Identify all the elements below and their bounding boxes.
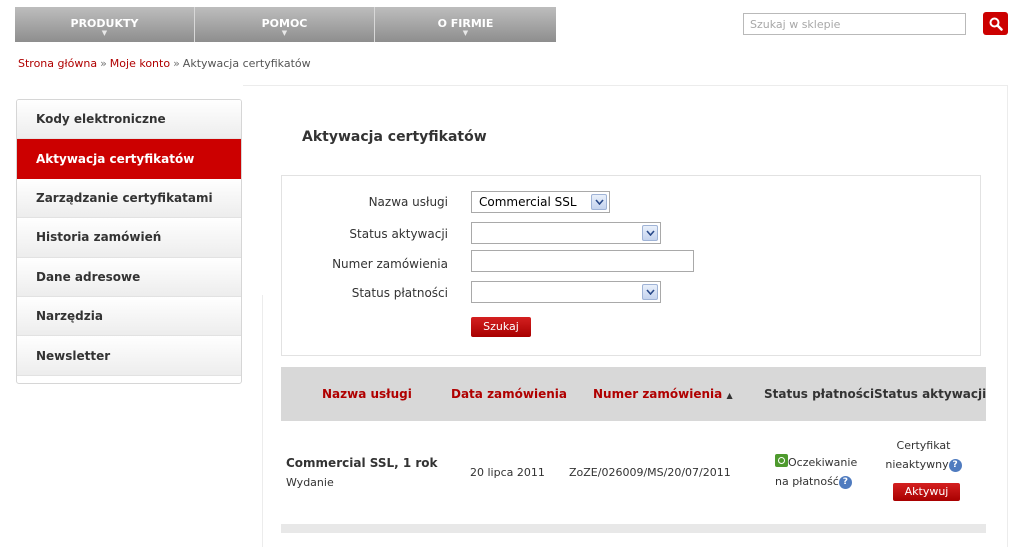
column-header-order[interactable]: Numer zamówienia ▲ [593,387,733,401]
chevron-down-icon [591,194,607,210]
activate-button[interactable]: Aktywuj [893,483,960,501]
search-button[interactable] [983,12,1008,35]
order-number: ZoZE/026009/MS/20/07/2011 [569,466,731,479]
chevron-down-icon: ▼ [281,29,288,37]
sidebar-item-zarzadzanie-certyfikatami[interactable]: Zarządzanie certyfikatami [17,178,241,219]
breadcrumb-separator: » [173,57,180,70]
sidebar-item-kody-elektroniczne[interactable]: Kody elektroniczne [17,100,241,140]
nav-item-produkty[interactable]: PRODUKTY ▼ [15,7,195,42]
chevron-down-icon: ▼ [101,29,108,37]
breadcrumb-account-link[interactable]: Moje konto [110,57,170,70]
sidebar-item-narzedzia[interactable]: Narzędzia [17,296,241,337]
payment-status-label: Status płatności [351,286,448,300]
order-number-label: Numer zamówienia [332,257,448,271]
service-name: Commercial SSL, 1 rok [286,456,438,470]
order-date: 20 lipca 2011 [470,466,545,479]
column-header-payment: Status płatności [764,387,875,401]
search-icon [989,17,1003,31]
content-frame-top-border [243,85,1008,86]
payment-status-line1: Oczekiwanie [788,456,858,469]
chevron-down-icon [642,225,658,241]
results-table: Nazwa usługi Data zamówienia Numer zamów… [281,367,986,533]
breadcrumb-current: Aktywacja certyfikatów [182,57,311,70]
sidebar-item-dane-adresowe[interactable]: Dane adresowe [17,257,241,297]
nav-item-pomoc[interactable]: POMOC ▼ [195,7,375,42]
content-frame-left-border [262,295,263,547]
sidebar-item-newsletter[interactable]: Newsletter [17,336,241,376]
activation-status-cell: Certyfikat nieaktywny? [881,436,966,474]
activation-status-select[interactable] [471,222,661,244]
nav-item-o-firmie[interactable]: O FIRMIE ▼ [375,7,556,42]
account-sidebar: Kody elektroniczne Aktywacja certyfikató… [16,99,242,384]
column-header-date[interactable]: Data zamówienia [451,387,567,401]
service-select[interactable]: Commercial SSL [471,191,610,213]
page-title: Aktywacja certyfikatów [302,129,487,145]
activation-status-label: Status aktywacji [349,227,448,241]
breadcrumb-home-link[interactable]: Strona główna [18,57,97,70]
service-select-value: Commercial SSL [479,195,577,209]
sort-ascending-icon: ▲ [726,391,733,400]
payment-status-select[interactable] [471,281,661,303]
chevron-down-icon: ▼ [462,29,469,37]
sidebar-item-aktywacja-certyfikatow[interactable]: Aktywacja certyfikatów [17,139,241,179]
table-header: Nazwa usługi Data zamówienia Numer zamów… [281,367,986,421]
content-frame-right-border [1007,85,1008,547]
pending-payment-icon [775,454,788,467]
search-submit-button[interactable]: Szukaj [471,317,531,337]
help-icon[interactable]: ? [948,458,962,472]
sidebar-item-historia-zamowien[interactable]: Historia zamówień [17,218,241,258]
service-label: Nazwa usługi [368,195,448,209]
top-nav: PRODUKTY ▼ POMOC ▼ O FIRMIE ▼ [15,7,556,42]
activation-status-line2: nieaktywny [885,458,949,471]
breadcrumb: Strona główna» Moje konto» Aktywacja certy… [18,57,311,70]
column-header-order-label: Numer zamówienia [593,387,723,401]
chevron-down-icon [642,284,658,300]
service-type: Wydanie [286,476,334,489]
filter-panel: Nazwa usługi Commercial SSL Status aktyw… [281,175,981,356]
table-footer [281,524,986,533]
service-cell: Commercial SSL, 1 rok Wydanie [286,454,438,492]
column-header-service[interactable]: Nazwa usługi [322,387,412,401]
table-row: Commercial SSL, 1 rok Wydanie 20 lipca 2… [281,421,986,524]
order-number-input[interactable] [471,250,694,272]
payment-status-line2: na płatność [775,475,839,488]
activation-status-line1: Certyfikat [896,439,951,452]
search-input[interactable] [743,13,966,35]
column-header-activation: Status aktywacji [874,387,987,401]
help-icon[interactable]: ? [838,475,852,489]
breadcrumb-separator: » [100,57,107,70]
payment-status-cell: Oczekiwanie na płatność? [775,453,857,491]
